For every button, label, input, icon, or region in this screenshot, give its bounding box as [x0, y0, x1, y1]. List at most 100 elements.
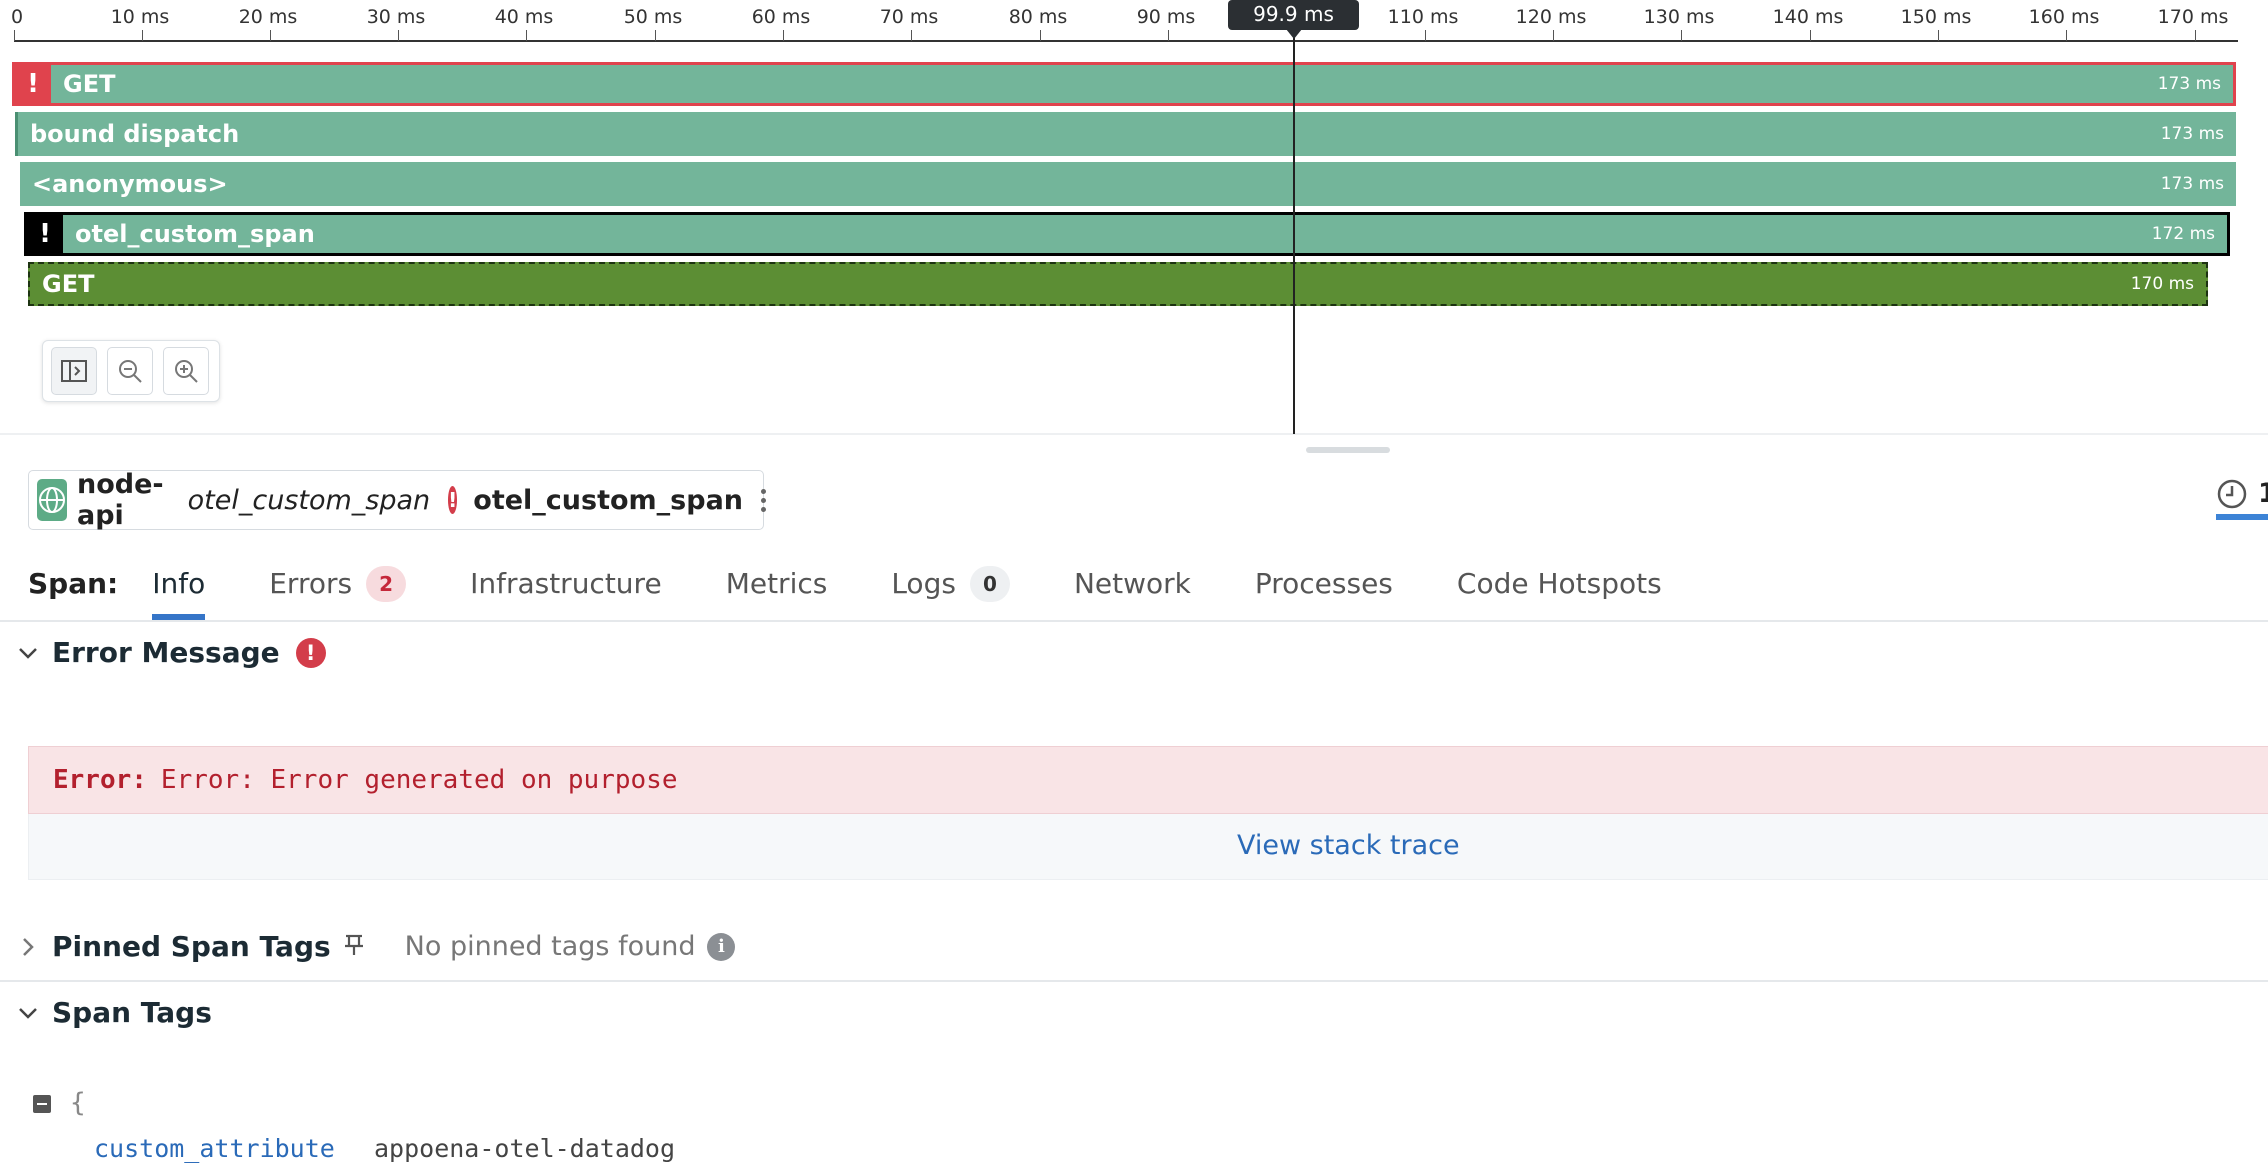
time-tab[interactable]: 1	[2216, 478, 2268, 522]
tick-label: 0	[10, 6, 24, 28]
zoom-out-button[interactable]	[107, 347, 153, 395]
tick-label: 160 ms	[2028, 6, 2100, 28]
globe-icon	[37, 479, 67, 521]
tick-mark	[1938, 30, 1939, 41]
tick-mark	[783, 30, 784, 41]
tab-code-hotspots[interactable]: Code Hotspots	[1457, 560, 1662, 608]
time-cursor-line[interactable]	[1293, 28, 1295, 434]
resize-grip[interactable]	[1306, 447, 1390, 453]
section-title: Error Message	[52, 636, 280, 669]
no-pinned-tags-text: No pinned tags found	[404, 931, 696, 962]
span-tabs: Span: Info Errors 2 Infrastructure Metric…	[28, 560, 1726, 620]
section-divider	[0, 980, 2268, 982]
tick-label: 90 ms	[1136, 6, 1196, 28]
tab-logs[interactable]: Logs 0	[891, 560, 1010, 608]
error-icon: !	[448, 486, 458, 514]
chevron-down-icon	[14, 999, 42, 1027]
zoom-in-button[interactable]	[163, 347, 209, 395]
tag-key[interactable]: custom_attribute	[94, 1134, 335, 1163]
panel-divider	[0, 433, 2268, 435]
span-duration: 173 ms	[2160, 174, 2224, 194]
span-label: otel_custom_span	[75, 220, 315, 248]
collapse-panel-button[interactable]	[51, 347, 97, 395]
time-count: 1	[2258, 478, 2268, 509]
tab-processes[interactable]: Processes	[1255, 560, 1393, 608]
tick-label: 20 ms	[238, 6, 298, 28]
active-underline	[2216, 514, 2268, 520]
json-collapse-icon[interactable]	[33, 1095, 51, 1113]
span-bar-bound-dispatch[interactable]: bound dispatch 173 ms	[15, 112, 2236, 156]
tab-network[interactable]: Network	[1074, 560, 1191, 608]
span-tags-section-toggle[interactable]: Span Tags	[14, 996, 212, 1029]
tick-mark	[398, 30, 399, 41]
errors-count-badge: 2	[366, 566, 407, 602]
tick-label: 50 ms	[623, 6, 683, 28]
service-name[interactable]: node-api	[77, 469, 164, 531]
tick-mark	[2066, 30, 2067, 41]
tick-label: 130 ms	[1643, 6, 1715, 28]
span-duration: 173 ms	[2157, 74, 2221, 94]
span-bar-anonymous[interactable]: <anonymous> 173 ms	[20, 162, 2236, 206]
tick-mark	[1553, 30, 1554, 41]
operation-name: otel_custom_span	[187, 484, 431, 516]
logs-count-badge: 0	[969, 566, 1010, 602]
tick-label: 70 ms	[879, 6, 939, 28]
view-stack-trace-link[interactable]: View stack trace	[1237, 830, 1460, 861]
tick-mark	[270, 30, 271, 41]
tick-mark	[655, 30, 656, 41]
chevron-right-icon	[14, 933, 42, 961]
tick-label: 80 ms	[1008, 6, 1068, 28]
error-message-text: Error: Error generated on purpose	[160, 765, 678, 795]
panel-toggle-icon	[61, 360, 87, 382]
pinned-tags-section-toggle[interactable]: Pinned Span Tags No pinned tags found i	[14, 930, 736, 963]
resource-name: otel_custom_span	[473, 484, 744, 516]
chevron-down-icon	[14, 639, 42, 667]
timeline-ruler: 0 10 ms 20 ms 30 ms 40 ms 50 ms 60 ms 70…	[0, 0, 2238, 42]
zoom-in-icon	[175, 360, 198, 383]
span-label: GET	[42, 270, 95, 298]
span-header: node-api otel_custom_span ! otel_custom_…	[28, 469, 767, 531]
span-bar-get-child[interactable]: GET 170 ms	[28, 262, 2208, 306]
span-label: GET	[63, 70, 116, 98]
error-type: Error:	[53, 765, 147, 795]
tick-mark	[14, 30, 15, 41]
tick-mark	[2195, 30, 2196, 41]
tick-mark	[911, 30, 912, 41]
tabs-divider	[0, 620, 2268, 622]
tag-value[interactable]: appoena-otel-datadog	[374, 1134, 675, 1163]
tabs-prefix-label: Span:	[28, 567, 119, 600]
zoom-controls	[42, 340, 220, 402]
tick-label: 40 ms	[494, 6, 554, 28]
span-duration: 172 ms	[2151, 224, 2215, 244]
error-icon: !	[295, 637, 326, 668]
tick-label: 150 ms	[1900, 6, 1972, 28]
span-duration: 170 ms	[2130, 274, 2194, 294]
tick-label: 140 ms	[1772, 6, 1844, 28]
tick-label: 110 ms	[1387, 6, 1459, 28]
info-icon[interactable]: i	[707, 932, 736, 961]
zoom-out-icon	[119, 360, 142, 383]
error-message-section-toggle[interactable]: Error Message !	[14, 636, 326, 669]
span-bar-otel-custom-span[interactable]: ! otel_custom_span 172 ms	[24, 212, 2230, 256]
tick-label: 170 ms	[2157, 6, 2229, 28]
cursor-time-label: 99.9 ms	[1228, 0, 1359, 39]
pin-icon	[343, 933, 365, 961]
tick-label: 30 ms	[366, 6, 426, 28]
tab-info[interactable]: Info	[152, 560, 206, 620]
section-title: Span Tags	[52, 996, 212, 1029]
span-duration: 173 ms	[2160, 124, 2224, 144]
tab-metrics[interactable]: Metrics	[726, 560, 828, 608]
tick-mark	[526, 30, 527, 41]
tab-errors[interactable]: Errors 2	[269, 560, 407, 608]
tick-mark	[1040, 30, 1041, 41]
json-open-brace: {	[70, 1088, 86, 1118]
span-label: <anonymous>	[32, 170, 228, 198]
tick-mark	[142, 30, 143, 41]
span-bar-get[interactable]: ! GET 173 ms	[12, 62, 2236, 106]
tab-infrastructure[interactable]: Infrastructure	[470, 560, 662, 608]
error-flag-icon: !	[15, 65, 51, 103]
more-options-icon[interactable]	[761, 488, 767, 512]
clock-icon	[2217, 479, 2247, 509]
stack-trace-bar: View stack trace	[28, 814, 2268, 880]
ruler-axis-line	[14, 40, 2238, 42]
